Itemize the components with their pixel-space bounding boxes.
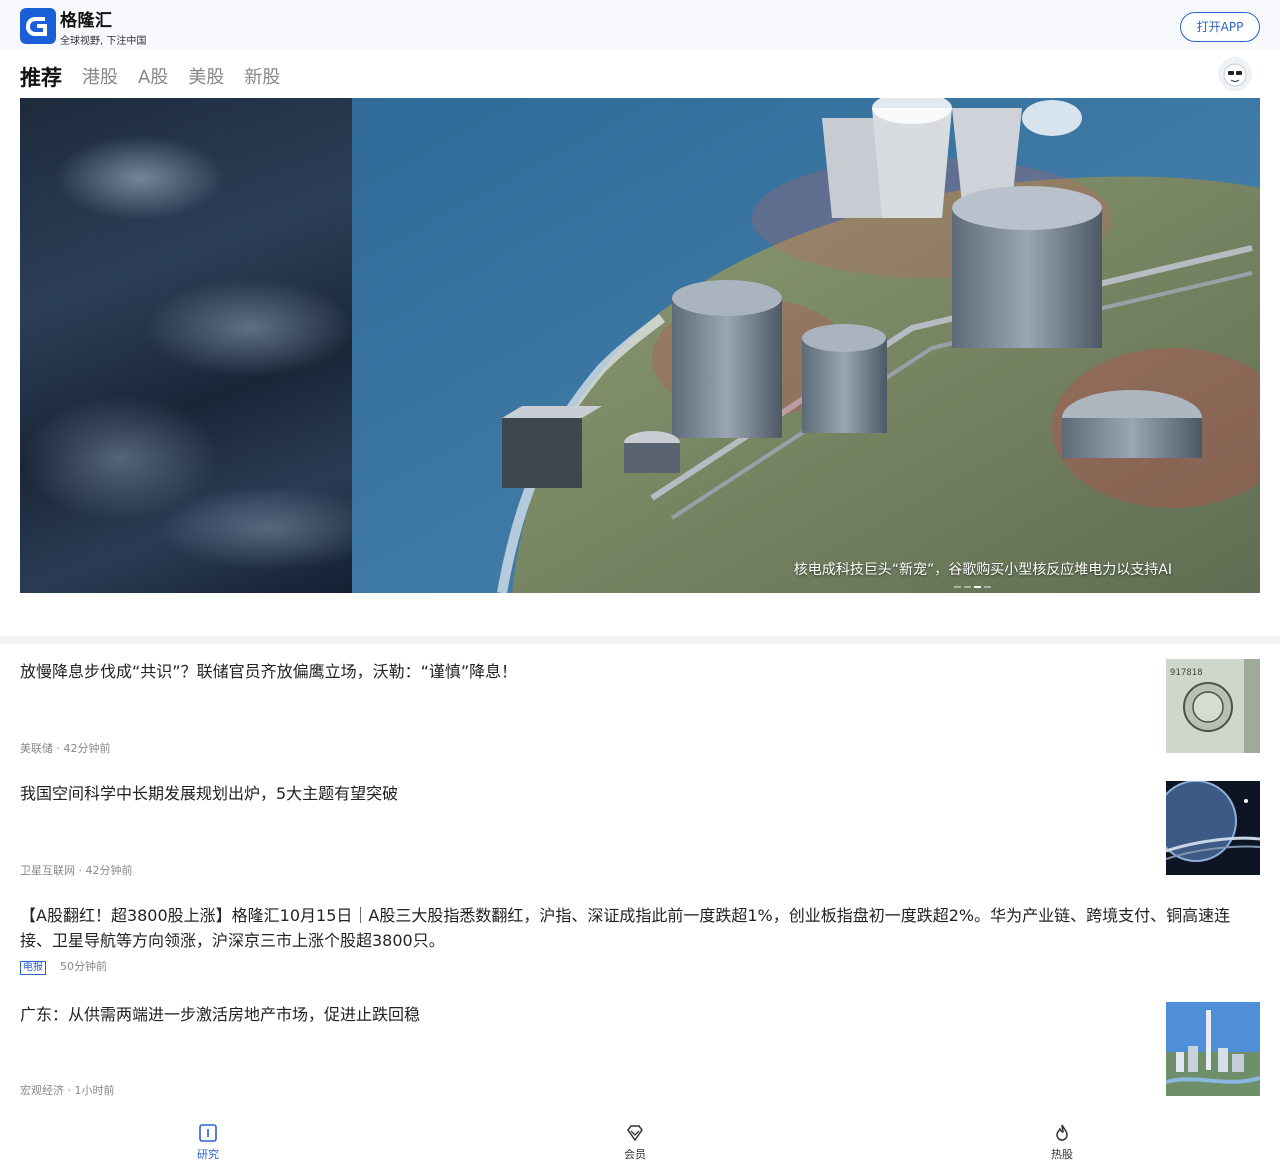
news-time: 42分钟前: [63, 742, 111, 755]
app-name: 格隆汇: [60, 11, 113, 31]
news-item[interactable]: 我国空间科学中长期发展规划出炉，5大主题有望突破 卫星互联网 · 42分钟前: [20, 781, 1260, 881]
news-title[interactable]: 【A股翻红！超3800股上涨】格隆汇10月15日｜A股三大股指悉数翻红，沪指、深…: [20, 903, 1260, 953]
nav-label: 热股: [1051, 1148, 1073, 1161]
channel-tabs: 推荐 港股 A股 美股 新股: [20, 60, 300, 92]
carousel-dot[interactable]: [964, 586, 971, 588]
news-meta: 电报 50分钟前: [20, 958, 107, 975]
news-meta: 美联储 · 42分钟前: [20, 742, 111, 755]
dollar-bill-thumbnail[interactable]: 917818: [1166, 659, 1260, 753]
news-source: 卫星互联网: [20, 864, 75, 877]
carousel-dot[interactable]: [954, 586, 961, 588]
nav-research[interactable]: 研究: [178, 1122, 238, 1162]
carousel-dot-active[interactable]: [974, 586, 981, 588]
nuclear-plant-image: [352, 98, 1260, 593]
tab-recommend[interactable]: 推荐: [20, 64, 62, 92]
news-item[interactable]: 广东：从供需两端进一步激活房地产市场，促进止跌回稳 宏观经济 · 1小时前: [20, 1002, 1260, 1102]
news-item[interactable]: 放慢降息步伐成“共识”？联储官员齐放偏鹰立场，沃勒：“谨慎”降息！ 美联储 · …: [20, 659, 1260, 759]
open-app-button[interactable]: 打开APP: [1180, 12, 1260, 42]
news-meta: 宏观经济 · 1小时前: [20, 1084, 115, 1097]
nav-label: 会员: [624, 1148, 646, 1161]
svg-text:917818: 917818: [1170, 668, 1203, 678]
nav-membership[interactable]: 会员: [605, 1122, 665, 1162]
avatar-icon: [1223, 63, 1247, 87]
news-source: 宏观经济: [20, 1084, 64, 1097]
banner-slide-previous[interactable]: [20, 98, 352, 593]
banner-caption[interactable]: 核电成科技巨头“新宠”，谷歌购买小型核反应堆电力以支持AI: [794, 559, 1172, 579]
news-source: 美联储: [20, 742, 53, 755]
tab-us-stocks[interactable]: 美股: [188, 64, 224, 92]
carousel-dot[interactable]: [984, 586, 991, 588]
banner-slide-current[interactable]: 核电成科技巨头“新宠”，谷歌购买小型核反应堆电力以支持AI: [352, 98, 1260, 593]
app-slogan: 全球视野, 下注中国: [60, 36, 147, 47]
book-icon: [199, 1124, 217, 1142]
tab-a-shares[interactable]: A股: [138, 64, 168, 92]
news-time: 42分钟前: [85, 864, 133, 877]
city-skyline-thumbnail[interactable]: [1166, 1002, 1260, 1096]
telegraph-tag: 电报: [20, 961, 46, 975]
avatar[interactable]: [1218, 57, 1252, 91]
tab-hk-stocks[interactable]: 港股: [82, 64, 118, 92]
nav-label: 研究: [197, 1148, 219, 1161]
section-divider: [0, 636, 1280, 644]
bottom-navigation: 研究 会员 热股: [0, 1117, 1280, 1167]
news-time: 1小时前: [74, 1084, 115, 1097]
tab-ipo[interactable]: 新股: [244, 64, 280, 92]
nav-hot-stocks[interactable]: 热股: [1032, 1122, 1092, 1162]
news-time: 50分钟前: [60, 960, 107, 973]
news-title[interactable]: 我国空间科学中长期发展规划出炉，5大主题有望突破: [20, 781, 1260, 806]
news-title[interactable]: 广东：从供需两端进一步激活房地产市场，促进止跌回稳: [20, 1002, 1260, 1027]
diamond-icon: [627, 1125, 643, 1142]
planet-thumbnail[interactable]: [1166, 781, 1260, 875]
app-logo-icon[interactable]: [20, 8, 56, 44]
flame-icon: [1056, 1124, 1068, 1141]
news-title[interactable]: 放慢降息步伐成“共识”？联储官员齐放偏鹰立场，沃勒：“谨慎”降息！: [20, 659, 1260, 684]
news-item-telegraph[interactable]: 【A股翻红！超3800股上涨】格隆汇10月15日｜A股三大股指悉数翻红，沪指、深…: [20, 903, 1260, 979]
top-header: 格隆汇 全球视野, 下注中国 打开APP: [0, 0, 1280, 50]
banner-carousel[interactable]: 核电成科技巨头“新宠”，谷歌购买小型核反应堆电力以支持AI: [20, 98, 1260, 593]
news-meta: 卫星互联网 · 42分钟前: [20, 864, 133, 877]
carousel-indicators: [954, 586, 991, 588]
